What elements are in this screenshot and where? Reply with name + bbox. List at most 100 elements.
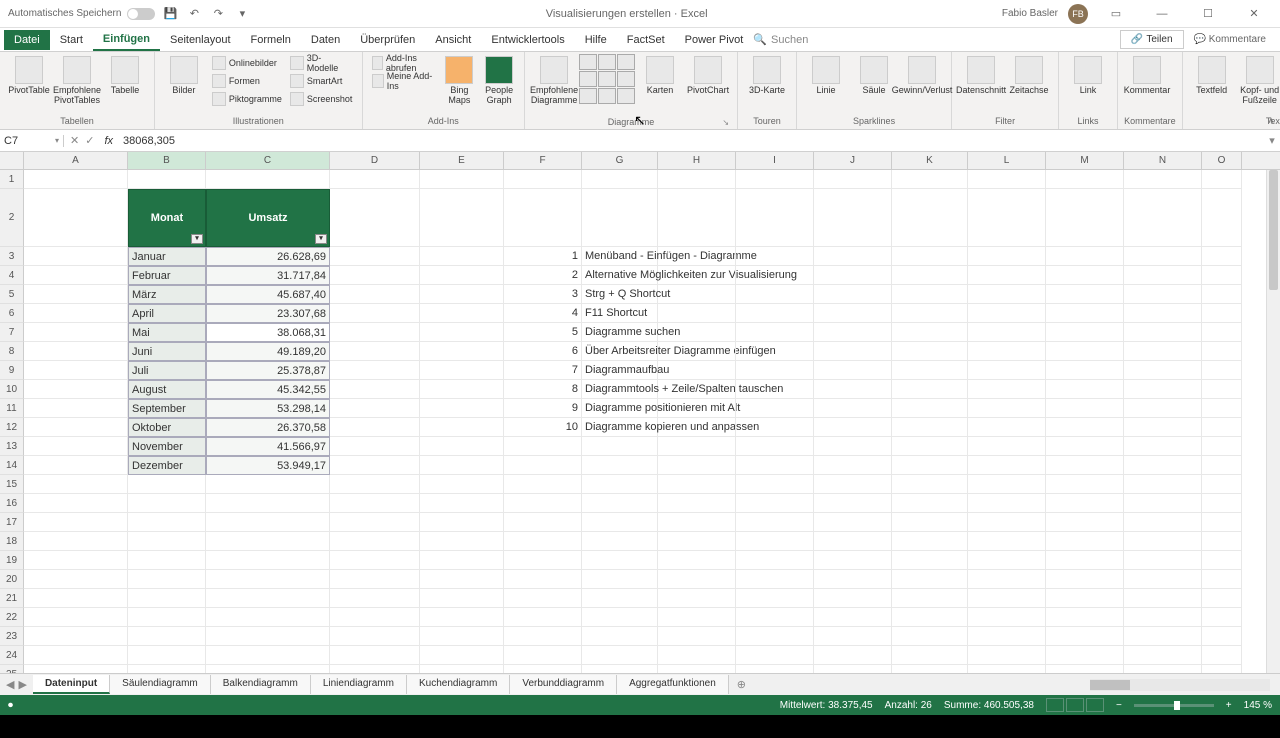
cell-L18[interactable] (968, 532, 1046, 551)
cell-F20[interactable] (504, 570, 582, 589)
cell-J22[interactable] (814, 608, 892, 627)
cell-F15[interactable] (504, 475, 582, 494)
row-header-19[interactable]: 19 (0, 551, 24, 570)
cell-E3[interactable] (420, 247, 504, 266)
kommentar-button[interactable]: Kommentar (1124, 54, 1170, 98)
cell-D10[interactable] (330, 380, 420, 399)
cell-K18[interactable] (892, 532, 968, 551)
row-header-12[interactable]: 12 (0, 418, 24, 437)
cell-F6[interactable]: 4 (504, 304, 582, 323)
cell-F24[interactable] (504, 646, 582, 665)
cell-A2[interactable] (24, 189, 128, 247)
cell-N4[interactable] (1124, 266, 1202, 285)
cell-I20[interactable] (736, 570, 814, 589)
zoom-in-icon[interactable]: + (1226, 700, 1232, 711)
cell-K23[interactable] (892, 627, 968, 646)
cell-D24[interactable] (330, 646, 420, 665)
cell-I16[interactable] (736, 494, 814, 513)
cell-J6[interactable] (814, 304, 892, 323)
col-header-D[interactable]: D (330, 152, 420, 169)
cell-K15[interactable] (892, 475, 968, 494)
cell-A16[interactable] (24, 494, 128, 513)
cell-B20[interactable] (128, 570, 206, 589)
cell-G1[interactable] (582, 170, 658, 189)
cell-M13[interactable] (1046, 437, 1124, 456)
cell-N18[interactable] (1124, 532, 1202, 551)
cell-B23[interactable] (128, 627, 206, 646)
col-header-B[interactable]: B (128, 152, 206, 169)
cell-B12[interactable]: Oktober (128, 418, 206, 437)
cell-B15[interactable] (128, 475, 206, 494)
cell-E17[interactable] (420, 513, 504, 532)
cell-B5[interactable]: März (128, 285, 206, 304)
cell-N24[interactable] (1124, 646, 1202, 665)
col-header-G[interactable]: G (582, 152, 658, 169)
cell-N7[interactable] (1124, 323, 1202, 342)
cell-A19[interactable] (24, 551, 128, 570)
cell-N13[interactable] (1124, 437, 1202, 456)
cell-M9[interactable] (1046, 361, 1124, 380)
cell-H6[interactable] (658, 304, 736, 323)
cell-N8[interactable] (1124, 342, 1202, 361)
cell-L24[interactable] (968, 646, 1046, 665)
cell-M20[interactable] (1046, 570, 1124, 589)
cell-B6[interactable]: April (128, 304, 206, 323)
cell-O20[interactable] (1202, 570, 1242, 589)
row-header-9[interactable]: 9 (0, 361, 24, 380)
cell-L2[interactable] (968, 189, 1046, 247)
cell-N19[interactable] (1124, 551, 1202, 570)
cell-C11[interactable]: 53.298,14 (206, 399, 330, 418)
cell-E7[interactable] (420, 323, 504, 342)
cell-N22[interactable] (1124, 608, 1202, 627)
sheet-tab-liniendiagramm[interactable]: Liniendiagramm (311, 675, 407, 694)
cell-I22[interactable] (736, 608, 814, 627)
cell-E13[interactable] (420, 437, 504, 456)
col-header-K[interactable]: K (892, 152, 968, 169)
cell-M10[interactable] (1046, 380, 1124, 399)
cell-M4[interactable] (1046, 266, 1124, 285)
cell-D17[interactable] (330, 513, 420, 532)
cell-M6[interactable] (1046, 304, 1124, 323)
tab-einfuegen[interactable]: Einfügen (93, 29, 160, 51)
cell-C15[interactable] (206, 475, 330, 494)
cell-D13[interactable] (330, 437, 420, 456)
cell-O10[interactable] (1202, 380, 1242, 399)
cell-D18[interactable] (330, 532, 420, 551)
cell-A5[interactable] (24, 285, 128, 304)
row-header-21[interactable]: 21 (0, 589, 24, 608)
cell-M21[interactable] (1046, 589, 1124, 608)
cell-O19[interactable] (1202, 551, 1242, 570)
cell-D8[interactable] (330, 342, 420, 361)
cell-E6[interactable] (420, 304, 504, 323)
cell-M7[interactable] (1046, 323, 1124, 342)
karten-button[interactable]: Karten (637, 54, 683, 98)
cell-N20[interactable] (1124, 570, 1202, 589)
cell-B11[interactable]: September (128, 399, 206, 418)
cell-J11[interactable] (814, 399, 892, 418)
cell-G5[interactable]: Strg + Q Shortcut (582, 285, 658, 304)
cell-I19[interactable] (736, 551, 814, 570)
cell-A15[interactable] (24, 475, 128, 494)
zoom-level[interactable]: 145 % (1244, 700, 1272, 711)
cell-E15[interactable] (420, 475, 504, 494)
cell-G11[interactable]: Diagramme positionieren mit Alt (582, 399, 658, 418)
cell-B10[interactable]: August (128, 380, 206, 399)
cell-E12[interactable] (420, 418, 504, 437)
enter-formula-icon[interactable]: ✓ (85, 134, 94, 147)
row-header-18[interactable]: 18 (0, 532, 24, 551)
cell-B19[interactable] (128, 551, 206, 570)
cell-O21[interactable] (1202, 589, 1242, 608)
col-header-A[interactable]: A (24, 152, 128, 169)
cell-K7[interactable] (892, 323, 968, 342)
expand-formula-icon[interactable]: ▾ (1264, 134, 1280, 147)
cell-K25[interactable] (892, 665, 968, 673)
cell-G15[interactable] (582, 475, 658, 494)
cell-D5[interactable] (330, 285, 420, 304)
cell-D14[interactable] (330, 456, 420, 475)
cell-G22[interactable] (582, 608, 658, 627)
cell-H25[interactable] (658, 665, 736, 673)
cell-C17[interactable] (206, 513, 330, 532)
cell-B8[interactable]: Juni (128, 342, 206, 361)
cell-A22[interactable] (24, 608, 128, 627)
empf-diagramme-button[interactable]: Empfohlene Diagramme (531, 54, 577, 108)
